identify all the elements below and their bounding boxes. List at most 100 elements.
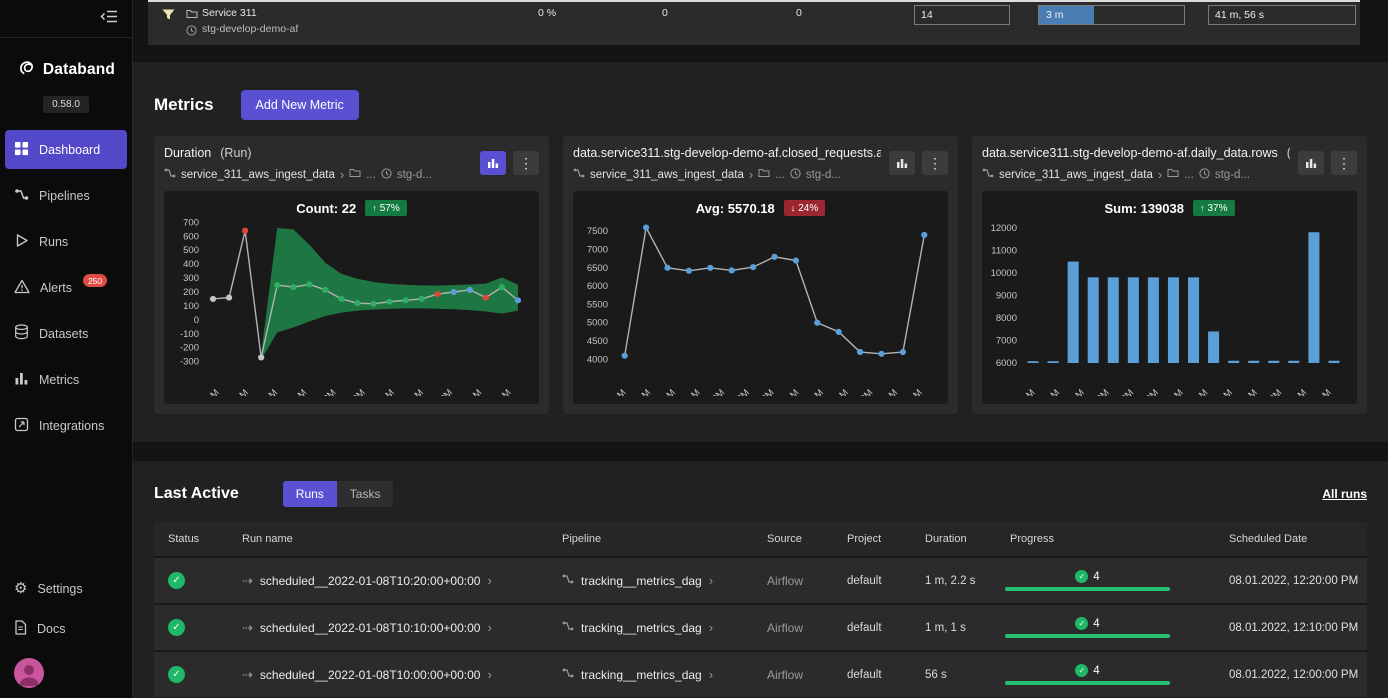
breadcrumb-env[interactable]: stg-d... [1215,169,1250,181]
metric-title-suffix: (Run) [220,146,252,160]
sidebar-item-label: Docs [37,621,66,636]
svg-text:8000: 8000 [996,313,1017,324]
sidebar-item-docs[interactable]: Docs [5,609,127,648]
metric-title-suffix: (calc. [1287,146,1290,160]
sidebar-item-settings[interactable]: Settings [5,569,127,608]
chart-stat: Avg: 5570.18 [695,200,775,216]
pipelines-icon [14,187,29,205]
metric-cell: 14 [914,5,1010,25]
project-cell: default [847,574,882,587]
chevron-right-icon [709,620,713,635]
tab-runs[interactable]: Runs [282,481,337,507]
trend-down-icon [791,203,796,214]
folder-icon [349,168,361,181]
svg-text:1AM: 1AM [1238,387,1260,396]
metric-cell-value: 14 [921,9,933,21]
scheduled-run-icon [242,667,253,683]
metric-card: data.service311.stg-develop-demo-af.dail… [972,136,1367,414]
run-name-link[interactable]: scheduled__2022-01-08T10:00:00+00:00 [260,668,481,682]
pipeline-env-name: stg-develop-demo-af [202,23,299,35]
source-cell: Airflow [767,620,804,635]
svg-text:-300: -300 [180,357,199,368]
sidebar-item-dashboard[interactable]: Dashboard [5,130,127,169]
svg-text:-200: -200 [180,343,199,354]
svg-text:6PM: 6PM [755,387,777,396]
svg-text:600: 600 [183,231,199,242]
duration-cell: 1 m, 2.2 s [925,574,976,587]
breadcrumb-env[interactable]: stg-d... [806,169,841,181]
breadcrumb-pipeline[interactable]: service_311_aws_ingest_data [999,169,1153,181]
kebab-menu-button[interactable] [513,151,539,175]
sidebar-item-runs[interactable]: Runs [5,222,127,261]
svg-text:1AM: 1AM [632,387,654,396]
breadcrumb-pipeline[interactable]: service_311_aws_ingest_data [590,169,744,181]
tab-tasks[interactable]: Tasks [337,481,394,507]
run-name-link[interactable]: scheduled__2022-01-08T10:10:00+00:00 [260,621,481,635]
document-icon [14,619,27,638]
svg-text:4000: 4000 [587,354,608,365]
svg-text:6500: 6500 [587,263,608,274]
col-progress: Progress [1010,533,1055,545]
sidebar-bottom: Settings Docs [0,569,132,648]
col-project: Project [847,533,882,545]
svg-text:6PM: 6PM [1139,387,1161,396]
chart-view-button[interactable] [1298,151,1324,175]
gear-icon [14,581,27,596]
metric-title: Duration [164,146,212,160]
trend-badge: 57% [365,200,407,216]
breadcrumb-env[interactable]: stg-d... [397,169,432,181]
scheduled-date-cell: 08.01.2022, 12:10:00 PM [1229,621,1359,634]
sidebar-item-metrics[interactable]: Metrics [5,360,127,399]
svg-text:5PM: 5PM [434,387,456,396]
svg-text:3PM: 3PM [1090,387,1112,396]
progress-bar [1005,587,1170,591]
breadcrumb-folder[interactable]: ... [366,169,376,181]
pipeline-name-link[interactable]: tracking__metrics_dag [581,668,702,682]
svg-text:500: 500 [183,245,199,256]
version-badge: 0.58.0 [43,96,89,113]
filter-funnel-icon[interactable] [162,9,175,24]
brand-name: Databand [42,61,116,78]
all-runs-link[interactable]: All runs [1322,487,1367,501]
svg-text:1AM: 1AM [463,387,485,396]
success-count-icon [1075,617,1089,630]
runs-icon [14,233,29,251]
chart-view-button[interactable] [889,151,915,175]
trend-badge: 24% [783,200,826,216]
metrics-icon [14,371,29,389]
add-new-metric-button[interactable]: Add New Metric [240,90,359,120]
svg-text:1AM: 1AM [903,387,925,396]
svg-text:1AM: 1AM [656,387,678,396]
chevron-right-icon [709,667,713,682]
breadcrumb-pipeline[interactable]: service_311_aws_ingest_data [181,169,335,181]
pipeline-service-name[interactable]: Service 311 [202,7,257,19]
kebab-menu-button[interactable] [1331,151,1357,175]
integrations-icon [14,417,29,435]
sidebar-item-alerts[interactable]: Alerts 250 [5,268,127,307]
chart-area: Sum: 139038 37% 12000 11000 10000 9000 8000 7… [982,191,1357,404]
sidebar-item-datasets[interactable]: Datasets [5,314,127,353]
kebab-menu-button[interactable] [922,151,948,175]
clock-icon [790,167,801,182]
sidebar-item-pipelines[interactable]: Pipelines [5,176,127,215]
col-duration: Duration [925,533,967,545]
sidebar-item-integrations[interactable]: Integrations [5,406,127,445]
collapse-sidebar-icon[interactable] [100,10,118,28]
status-success-icon [168,619,185,636]
folder-icon [1167,168,1179,181]
svg-text:7000: 7000 [996,335,1017,346]
svg-text:1AM: 1AM [229,387,251,396]
scheduled-date-cell: 08.01.2022, 12:00:00 PM [1229,668,1359,681]
breadcrumb-folder[interactable]: ... [775,169,785,181]
pipeline-name-link[interactable]: tracking__metrics_dag [581,574,702,588]
user-avatar[interactable] [14,658,44,688]
chart-view-button[interactable] [480,151,506,175]
sidebar-item-label: Alerts [40,280,72,295]
svg-text:6PM: 6PM [730,387,752,396]
run-name-link[interactable]: scheduled__2022-01-08T10:20:00+00:00 [260,574,481,588]
pipeline-name-link[interactable]: tracking__metrics_dag [581,621,702,635]
folder-icon [758,168,770,181]
kebab-icon [1337,155,1351,172]
progress-count: 4 [1093,617,1100,630]
breadcrumb-folder[interactable]: ... [1184,169,1194,181]
